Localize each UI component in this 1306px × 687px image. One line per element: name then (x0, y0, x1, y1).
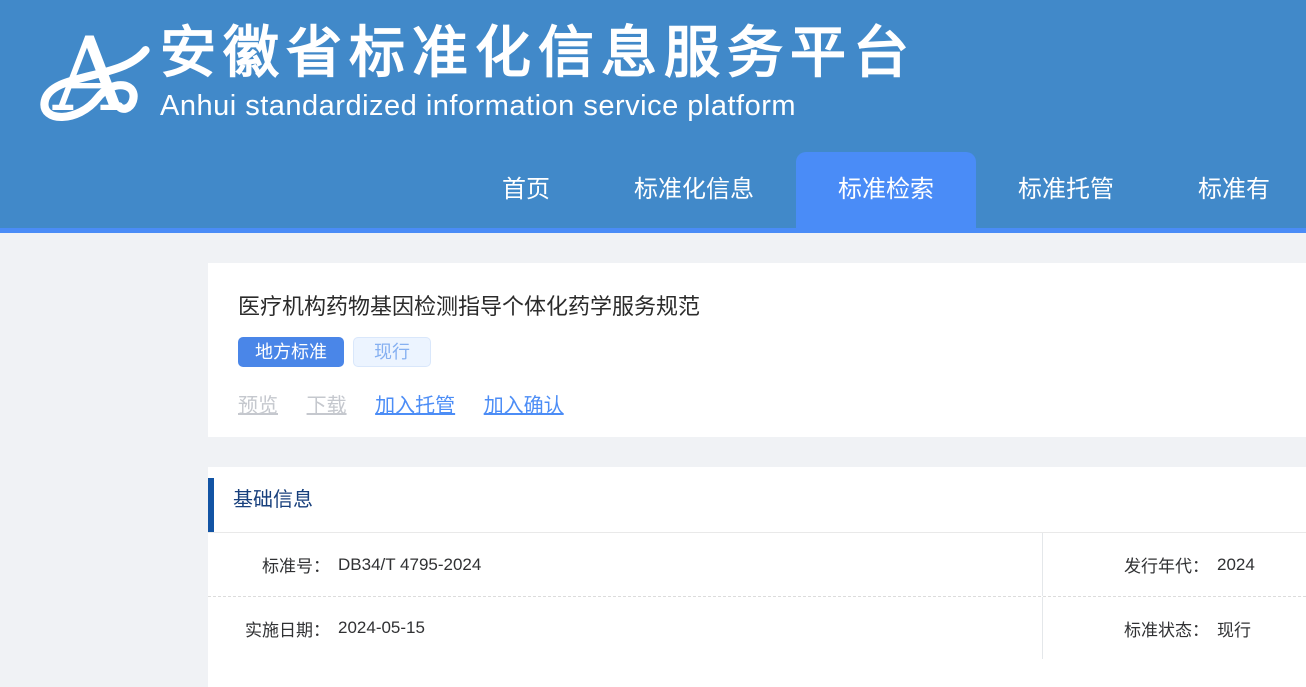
basic-info-section-title: 基础信息 (208, 467, 1306, 533)
tag-current-status: 现行 (353, 337, 431, 367)
tag-local-standard: 地方标准 (238, 337, 344, 367)
field-label: 实施日期： (208, 616, 330, 641)
field-implementation-date: 实施日期： 2024-05-15 (208, 597, 1042, 659)
standard-detail-card: 医疗机构药物基因检测指导个体化药学服务规范 地方标准 现行 预览 下载 加入托管… (208, 263, 1306, 437)
nav-item-home[interactable]: 首页 (460, 152, 592, 228)
nav-item-standardization-info[interactable]: 标准化信息 (592, 152, 796, 228)
site-header: A 安徽省标准化信息服务平台 Anhui standardized inform… (0, 0, 1306, 233)
add-confirm-link[interactable]: 加入确认 (484, 395, 564, 417)
standard-title: 医疗机构药物基因检测指导个体化药学服务规范 (238, 293, 1306, 322)
field-value: 2024 (1217, 555, 1255, 575)
brand-titles: 安徽省标准化信息服务平台 Anhui standardized informat… (160, 22, 916, 123)
field-value: 2024-05-15 (338, 618, 425, 638)
field-value: DB34/T 4795-2024 (338, 555, 481, 575)
nav-item-standard-search[interactable]: 标准检索 (796, 152, 976, 228)
standard-tags: 地方标准 现行 (238, 337, 1306, 367)
field-label: 发行年代： (1043, 552, 1209, 577)
header-top: A 安徽省标准化信息服务平台 Anhui standardized inform… (0, 0, 1306, 152)
field-standard-status: 标准状态： 现行 (1042, 597, 1306, 659)
standard-actions: 预览 下载 加入托管 加入确认 (238, 389, 1306, 418)
field-issue-year: 发行年代： 2024 (1042, 533, 1306, 596)
platform-logo-icon: A (33, 16, 151, 131)
field-label: 标准号： (208, 552, 330, 577)
nav-item-standard-more[interactable]: 标准有 (1156, 152, 1306, 228)
table-row: 标准号： DB34/T 4795-2024 发行年代： 2024 (208, 533, 1306, 596)
table-row: 实施日期： 2024-05-15 标准状态： 现行 (208, 596, 1306, 659)
add-hosting-link[interactable]: 加入托管 (375, 395, 455, 417)
download-link[interactable]: 下载 (307, 395, 347, 417)
preview-link[interactable]: 预览 (238, 395, 278, 417)
field-standard-number: 标准号： DB34/T 4795-2024 (208, 533, 1042, 596)
main-nav: 首页 标准化信息 标准检索 标准托管 标准有 (0, 152, 1306, 228)
nav-item-standard-hosting[interactable]: 标准托管 (976, 152, 1156, 228)
site-title-en: Anhui standardized information service p… (160, 90, 916, 123)
nav-underline (0, 228, 1306, 233)
field-value: 现行 (1217, 616, 1251, 641)
field-label: 标准状态： (1043, 616, 1209, 641)
site-title-cn: 安徽省标准化信息服务平台 (160, 22, 916, 84)
basic-info-card: 基础信息 标准号： DB34/T 4795-2024 发行年代： 2024 实施… (208, 467, 1306, 687)
